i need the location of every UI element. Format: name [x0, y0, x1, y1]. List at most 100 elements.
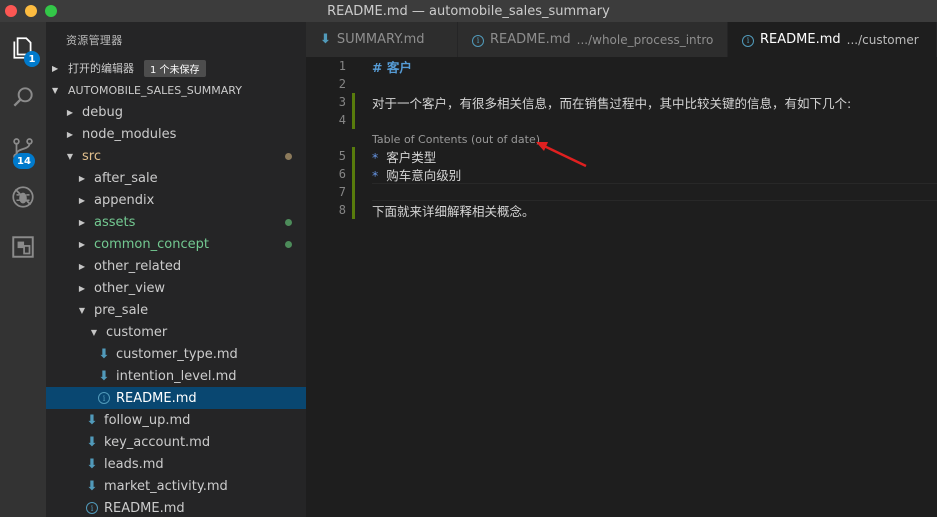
maximize-window-button[interactable] — [45, 5, 57, 17]
tab-summary[interactable]: ⬇ SUMMARY.md — [306, 22, 458, 57]
chevron-right-icon: ▶ — [78, 261, 86, 271]
tree-label: node_modules — [82, 126, 177, 142]
tree-folder-assets[interactable]: ▶ assets — [46, 211, 306, 233]
tab-label: README.md — [490, 32, 571, 47]
line-number: 4 — [338, 113, 346, 127]
minimize-window-button[interactable] — [25, 5, 37, 17]
line-text: * 客户类型 — [372, 147, 436, 166]
tree-file-readme-pre-sale[interactable]: i README.md — [46, 497, 306, 517]
tree-folder-other-view[interactable]: ▶ other_view — [46, 277, 306, 299]
activity-extensions[interactable] — [0, 225, 46, 269]
untracked-dot — [285, 218, 292, 226]
tree-folder-src[interactable]: ▼ src — [46, 145, 306, 167]
search-icon — [13, 87, 33, 107]
tree-label: appendix — [94, 192, 155, 208]
chevron-right-icon: ▶ — [66, 129, 74, 139]
window-title: README.md — automobile_sales_summary — [327, 3, 610, 19]
chevron-down-icon: ▼ — [52, 85, 59, 95]
markdown-icon: ⬇ — [86, 412, 98, 428]
line-number: 2 — [338, 77, 346, 91]
toc-code-lens[interactable]: Table of Contents (out of date) — [372, 133, 540, 146]
annotation-arrow-icon — [536, 142, 587, 168]
line-number: 6 — [338, 167, 346, 181]
extensions-icon — [12, 236, 34, 258]
activity-bar: 1 14 — [0, 22, 46, 517]
tree-file-market-activity[interactable]: ⬇ market_activity.md — [46, 475, 306, 497]
tree-label: README.md — [104, 500, 185, 516]
tree-label: after_sale — [94, 170, 158, 186]
tree-label: customer — [106, 324, 168, 340]
chevron-right-icon: ▶ — [78, 173, 86, 183]
tree-label: README.md — [116, 390, 197, 406]
tree-file-readme-customer[interactable]: i README.md — [46, 387, 306, 409]
project-section[interactable]: ▼ AUTOMOBILE_SALES_SUMMARY — [46, 79, 306, 101]
editor-line: 2 — [306, 75, 937, 93]
info-icon: i — [472, 32, 484, 47]
open-editors-label: 打开的编辑器 — [68, 62, 134, 75]
tree-label: common_concept — [94, 236, 209, 252]
markdown-icon: ⬇ — [86, 478, 98, 494]
markdown-icon: ⬇ — [86, 434, 98, 450]
tab-readme-customer[interactable]: i README.md .../customer — [728, 22, 937, 57]
tree-folder-other-related[interactable]: ▶ other_related — [46, 255, 306, 277]
info-icon: i — [86, 501, 98, 515]
line-text: 下面就来详细解释相关概念。 — [372, 203, 535, 219]
tree-folder-after-sale[interactable]: ▶ after_sale — [46, 167, 306, 189]
info-icon: i — [742, 32, 754, 47]
bullet-marker: * — [372, 167, 379, 183]
tree-label: other_view — [94, 280, 166, 296]
tree-folder-common-concept[interactable]: ▶ common_concept — [46, 233, 306, 255]
tree-folder-node-modules[interactable]: ▶ node_modules — [46, 123, 306, 145]
bullet-marker: * — [372, 149, 379, 165]
open-editors-section[interactable]: ▶ 打开的编辑器 1 个未保存 — [46, 57, 306, 79]
tree-file-customer-type[interactable]: ⬇ customer_type.md — [46, 343, 306, 365]
tree-label: customer_type.md — [116, 346, 238, 362]
close-window-button[interactable] — [5, 5, 17, 17]
editor-line: 6 * 购车意向级别 — [306, 165, 937, 183]
chevron-down-icon: ▼ — [66, 151, 74, 161]
tree-folder-debug[interactable]: ▶ debug — [46, 101, 306, 123]
window-controls — [5, 5, 57, 17]
tree-folder-appendix[interactable]: ▶ appendix — [46, 189, 306, 211]
activity-source-control[interactable]: 14 — [0, 127, 46, 171]
editor-area[interactable]: 1 # 客户 2 3 对于一个客户，有很多相关信息，而在销售过程中，其中比较关键… — [306, 57, 937, 517]
tree-folder-customer[interactable]: ▼ customer — [46, 321, 306, 343]
chevron-down-icon: ▼ — [78, 305, 86, 315]
tree-file-key-account[interactable]: ⬇ key_account.md — [46, 431, 306, 453]
title-bar: README.md — automobile_sales_summary — [0, 0, 937, 22]
tab-label: SUMMARY.md — [336, 32, 425, 47]
tree-label: assets — [94, 214, 136, 230]
tree-file-follow-up[interactable]: ⬇ follow_up.md — [46, 409, 306, 431]
editor-line: 5 * 客户类型 — [306, 147, 937, 165]
chevron-right-icon: ▶ — [52, 63, 59, 73]
tree-label: debug — [82, 104, 123, 120]
activity-search[interactable] — [0, 75, 46, 119]
activity-explorer[interactable]: 1 — [0, 26, 46, 70]
tree-label: src — [82, 148, 101, 164]
tab-description: .../whole_process_intro — [576, 32, 714, 47]
activity-debug[interactable] — [0, 175, 46, 219]
info-icon: i — [98, 391, 110, 405]
line-number: 5 — [338, 149, 346, 163]
tree-label: follow_up.md — [104, 412, 191, 428]
markdown-icon: ⬇ — [98, 368, 110, 384]
editor-line: 3 对于一个客户，有很多相关信息，而在销售过程中，其中比较关键的信息，有如下几个… — [306, 93, 937, 111]
tab-description: .../customer — [846, 32, 919, 47]
tree-label: market_activity.md — [104, 478, 228, 494]
tree-folder-pre-sale[interactable]: ▼ pre_sale — [46, 299, 306, 321]
project-label: AUTOMOBILE_SALES_SUMMARY — [68, 83, 242, 97]
tree-file-intention-level[interactable]: ⬇ intention_level.md — [46, 365, 306, 387]
bullet-text: 客户类型 — [386, 149, 437, 165]
tab-readme-whole-process[interactable]: i README.md .../whole_process_intro — [458, 22, 728, 57]
scm-badge: 14 — [13, 153, 35, 169]
line-number: 7 — [338, 185, 346, 199]
markdown-icon: ⬇ — [86, 456, 98, 472]
line-number: 1 — [338, 59, 346, 73]
tree-file-leads[interactable]: ⬇ leads.md — [46, 453, 306, 475]
tree-label: intention_level.md — [116, 368, 237, 384]
unsaved-badge: 1 个未保存 — [144, 59, 206, 77]
chevron-down-icon: ▼ — [90, 327, 98, 337]
chevron-right-icon: ▶ — [78, 195, 86, 205]
line-number: 3 — [338, 95, 346, 109]
chevron-right-icon: ▶ — [78, 217, 86, 227]
